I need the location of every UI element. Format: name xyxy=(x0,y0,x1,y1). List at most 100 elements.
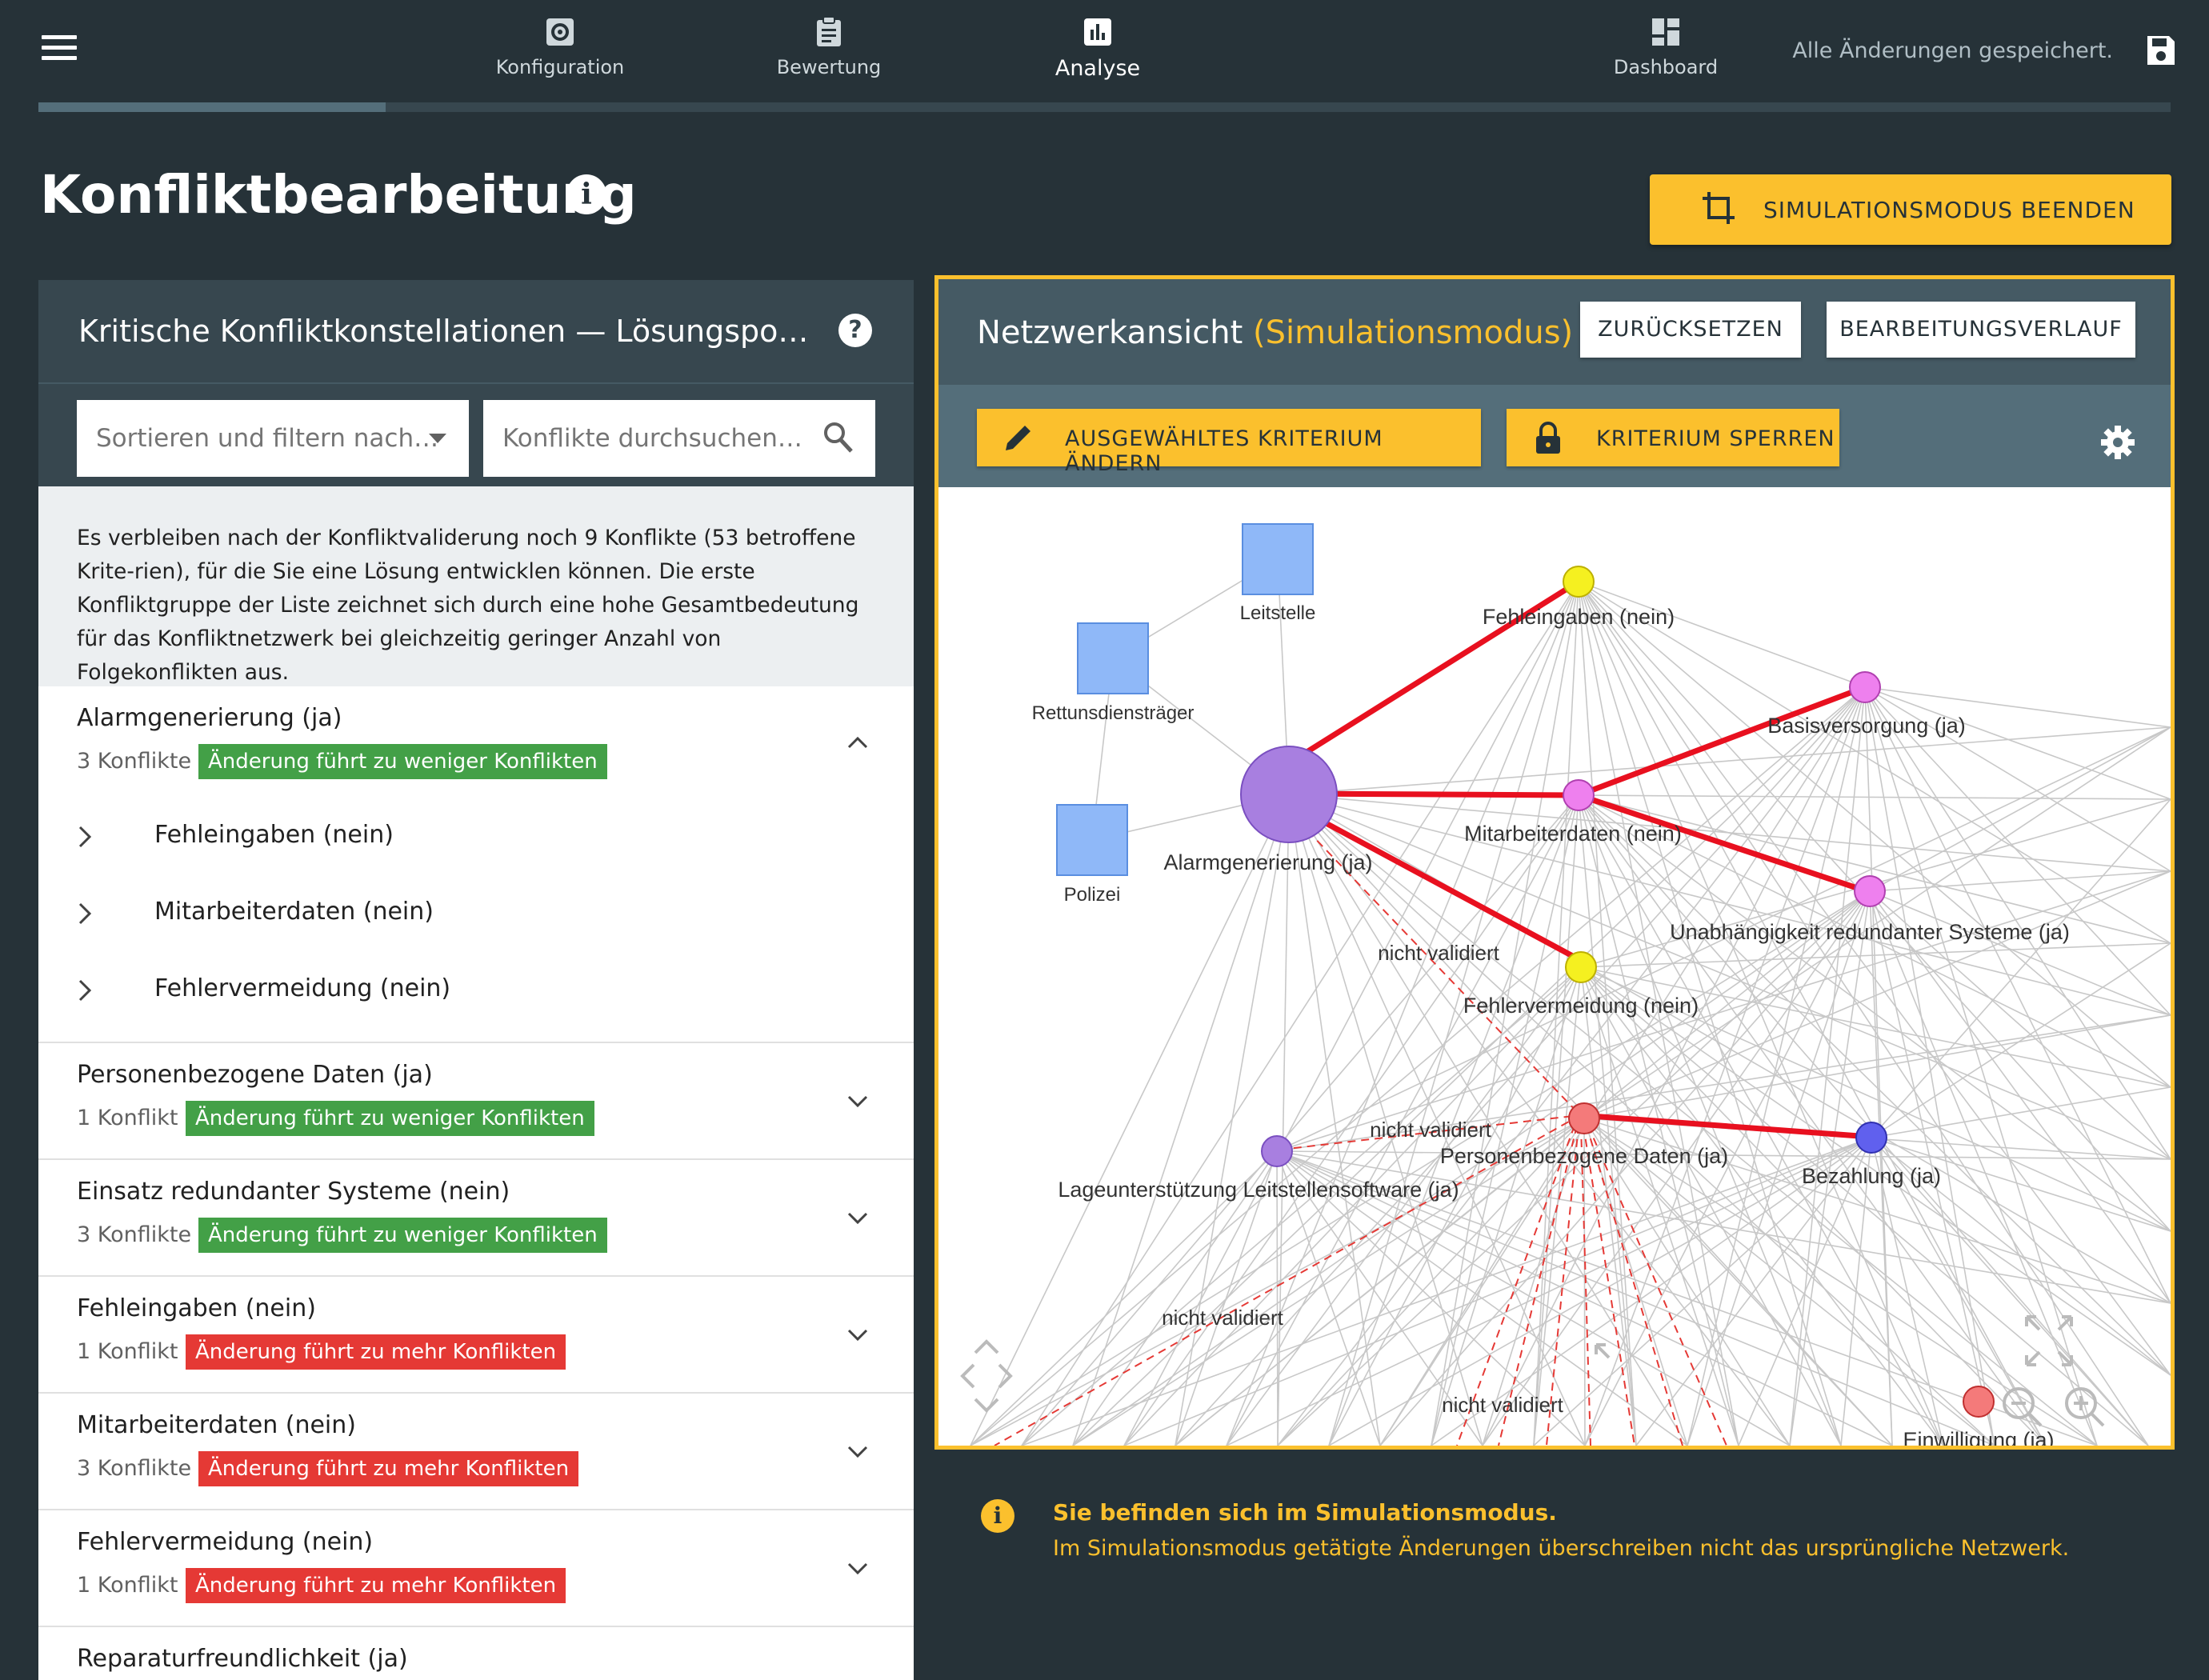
notice-text: Im Simulationsmodus getätigte Änderungen… xyxy=(1053,1536,2070,1561)
conflict-group[interactable]: Reparaturfreundlichkeit (ja) xyxy=(38,1627,914,1680)
network-edge xyxy=(1288,794,2171,1016)
chevron-down-icon[interactable] xyxy=(846,1557,869,1579)
clipboard-icon xyxy=(817,16,841,46)
lock-criterion-button[interactable]: KRITERIUM SPERREN xyxy=(1507,409,1839,466)
network-edge xyxy=(1864,686,1995,1446)
node-rettungsdienst[interactable] xyxy=(1077,622,1149,694)
node-lageunterstuetzung[interactable] xyxy=(1261,1135,1293,1167)
dashboard-icon xyxy=(1652,18,1679,46)
panel-title: Kritische Konfliktkonstellationen — Lösu… xyxy=(78,314,809,349)
node-label: Personenbezogene Daten (ja) xyxy=(1440,1144,1728,1168)
notice-title: Sie befinden sich im Simulationsmodus. xyxy=(1053,1499,1557,1526)
chevron-down-icon[interactable] xyxy=(846,1440,869,1462)
panel-header: Kritische Konfliktkonstellationen — Lösu… xyxy=(38,280,914,382)
save-status: Alle Änderungen gespeichert. xyxy=(1792,38,2113,63)
node-basisversorgung[interactable] xyxy=(1849,671,1881,703)
network-edge xyxy=(1578,794,2171,800)
tab-analyse[interactable]: Analyse xyxy=(1002,16,1194,81)
conflict-group[interactable]: Alarmgenerierung (ja) 3 Konflikte Änderu… xyxy=(38,686,914,1043)
save-icon[interactable] xyxy=(2145,34,2177,67)
highlight-edge xyxy=(1579,1112,1871,1140)
pan-left-icon xyxy=(960,1363,975,1389)
edge-label: nicht validiert xyxy=(1378,941,1500,965)
tab-label: Konfiguration xyxy=(495,56,625,78)
settings-gear-icon[interactable] xyxy=(2100,425,2135,460)
chevron-right-icon xyxy=(78,902,92,925)
group-title: Alarmgenerierung (ja) xyxy=(77,704,342,732)
node-bezahlung[interactable] xyxy=(1855,1122,1887,1154)
node-fehleingaben[interactable] xyxy=(1563,566,1595,598)
network-panel-header: Netzwerkansicht (Simulationsmodus) ZURÜC… xyxy=(938,279,2171,385)
status-badge: Änderung führt zu weniger Konflikten xyxy=(186,1101,594,1136)
sub-conflict-item[interactable]: Mitarbeiterdaten (nein) xyxy=(38,875,914,952)
network-edge xyxy=(1276,1150,2171,1304)
sort-filter-dropdown[interactable]: Sortieren und filtern nach… xyxy=(77,400,469,477)
end-simulation-button[interactable]: SIMULATIONSMODUS BEENDEN xyxy=(1650,174,2171,245)
conflict-group[interactable]: Mitarbeiterdaten (nein) 3 Konflikte Ände… xyxy=(38,1394,914,1510)
status-badge: Änderung führt zu mehr Konflikten xyxy=(186,1334,566,1370)
network-edge xyxy=(1072,890,1871,1446)
conflict-group[interactable]: Personenbezogene Daten (ja) 1 Konflikt Ä… xyxy=(38,1043,914,1160)
network-edge xyxy=(1580,966,2047,1446)
tab-bewertung[interactable]: Bewertung xyxy=(733,16,925,78)
chevron-right-icon xyxy=(78,979,92,1002)
help-icon[interactable]: ? xyxy=(838,314,872,347)
group-title: Einsatz redundanter Systeme (nein) xyxy=(77,1178,510,1206)
network-edge xyxy=(1869,726,2171,892)
node-fehlervermeidung[interactable] xyxy=(1565,951,1597,983)
node-label: Rettunsdiensträger xyxy=(1032,702,1195,724)
edit-history-button[interactable]: BEARBEITUNGSVERLAUF xyxy=(1827,302,2135,358)
tab-konfiguration[interactable]: Konfiguration xyxy=(464,16,656,78)
chevron-down-icon[interactable] xyxy=(846,1206,869,1229)
node-alarmgenerierung[interactable] xyxy=(1240,746,1338,843)
hamburger-menu-icon[interactable] xyxy=(42,35,77,64)
progress-fill xyxy=(38,102,386,112)
info-box: Es verbleiben nach der Konfliktvaliderun… xyxy=(38,486,914,686)
group-count: 3 Konflikte xyxy=(77,1222,192,1247)
node-mitarbeiterdaten[interactable] xyxy=(1563,779,1595,811)
sub-conflict-item[interactable]: Fehlervermeidung (nein) xyxy=(38,952,914,1029)
node-label: Basisversorgung (ja) xyxy=(1767,714,1966,738)
sub-conflict-item[interactable]: Fehleingaben (nein) xyxy=(38,798,914,875)
tab-label: Analyse xyxy=(1054,56,1141,81)
node-label: Fehlervermeidung (nein) xyxy=(1463,994,1699,1018)
network-edge xyxy=(1123,794,1579,1446)
reset-button[interactable]: ZURÜCKSETZEN xyxy=(1580,302,1801,358)
node-polizei[interactable] xyxy=(1056,804,1128,876)
node-label: Mitarbeiterdaten (nein) xyxy=(1464,822,1682,846)
conflict-group[interactable]: Fehlervermeidung (nein) 1 Konflikt Änder… xyxy=(38,1510,914,1627)
node-unabhaengigkeit[interactable] xyxy=(1854,875,1886,907)
group-count: 3 Konflikte xyxy=(77,749,192,774)
group-title: Fehleingaben (nein) xyxy=(77,1294,316,1322)
bar-chart-icon xyxy=(1084,18,1111,46)
node-personenbezogene-daten[interactable] xyxy=(1568,1102,1600,1134)
chevron-down-icon[interactable] xyxy=(846,1323,869,1346)
conflict-list-panel: Kritische Konfliktkonstellationen — Lösu… xyxy=(38,280,914,1680)
chevron-down-icon[interactable] xyxy=(846,1090,869,1112)
network-toolbar: AUSGEWÄHLTES KRITERIUM ÄNDERN KRITERIUM … xyxy=(938,385,2171,487)
node-leitstelle[interactable] xyxy=(1242,523,1314,595)
status-badge: Änderung führt zu weniger Konflikten xyxy=(198,744,607,779)
change-criterion-button[interactable]: AUSGEWÄHLTES KRITERIUM ÄNDERN xyxy=(977,409,1481,476)
info-text: Es verbleiben nach der Konfliktvaliderun… xyxy=(77,526,859,685)
network-graph[interactable]: Leitstelle Rettunsdiensträger Polizei Al… xyxy=(938,487,2171,1446)
group-count: 1 Konflikt xyxy=(77,1339,178,1364)
group-title: Fehlervermeidung (nein) xyxy=(77,1528,374,1556)
node-einwilligung[interactable] xyxy=(1963,1386,1995,1418)
conflict-group[interactable]: Einsatz redundanter Systeme (nein) 3 Kon… xyxy=(38,1160,914,1277)
node-label: Einwilligung (ja) xyxy=(1903,1428,2054,1446)
chevron-up-icon[interactable] xyxy=(846,731,869,754)
tab-dashboard[interactable]: Dashboard xyxy=(1570,16,1762,78)
edge-label: nicht validiert xyxy=(1162,1306,1284,1330)
info-icon[interactable]: i xyxy=(566,174,606,214)
conflict-group[interactable]: Fehleingaben (nein) 1 Konflikt Änderung … xyxy=(38,1277,914,1394)
highlighted-edges xyxy=(1287,579,1871,1140)
node-label: Bezahlung (ja) xyxy=(1802,1164,1941,1188)
status-badge: Änderung führt zu mehr Konflikten xyxy=(186,1568,566,1603)
search-input[interactable]: Konflikte durchsuchen… xyxy=(483,400,875,477)
status-badge: Änderung führt zu mehr Konflikten xyxy=(198,1451,579,1486)
search-icon[interactable] xyxy=(822,421,854,454)
gear-icon xyxy=(546,18,574,46)
network-graph-canvas[interactable]: Leitstelle Rettunsdiensträger Polizei Al… xyxy=(938,487,2171,1446)
pan-arrows[interactable] xyxy=(960,1339,1013,1413)
